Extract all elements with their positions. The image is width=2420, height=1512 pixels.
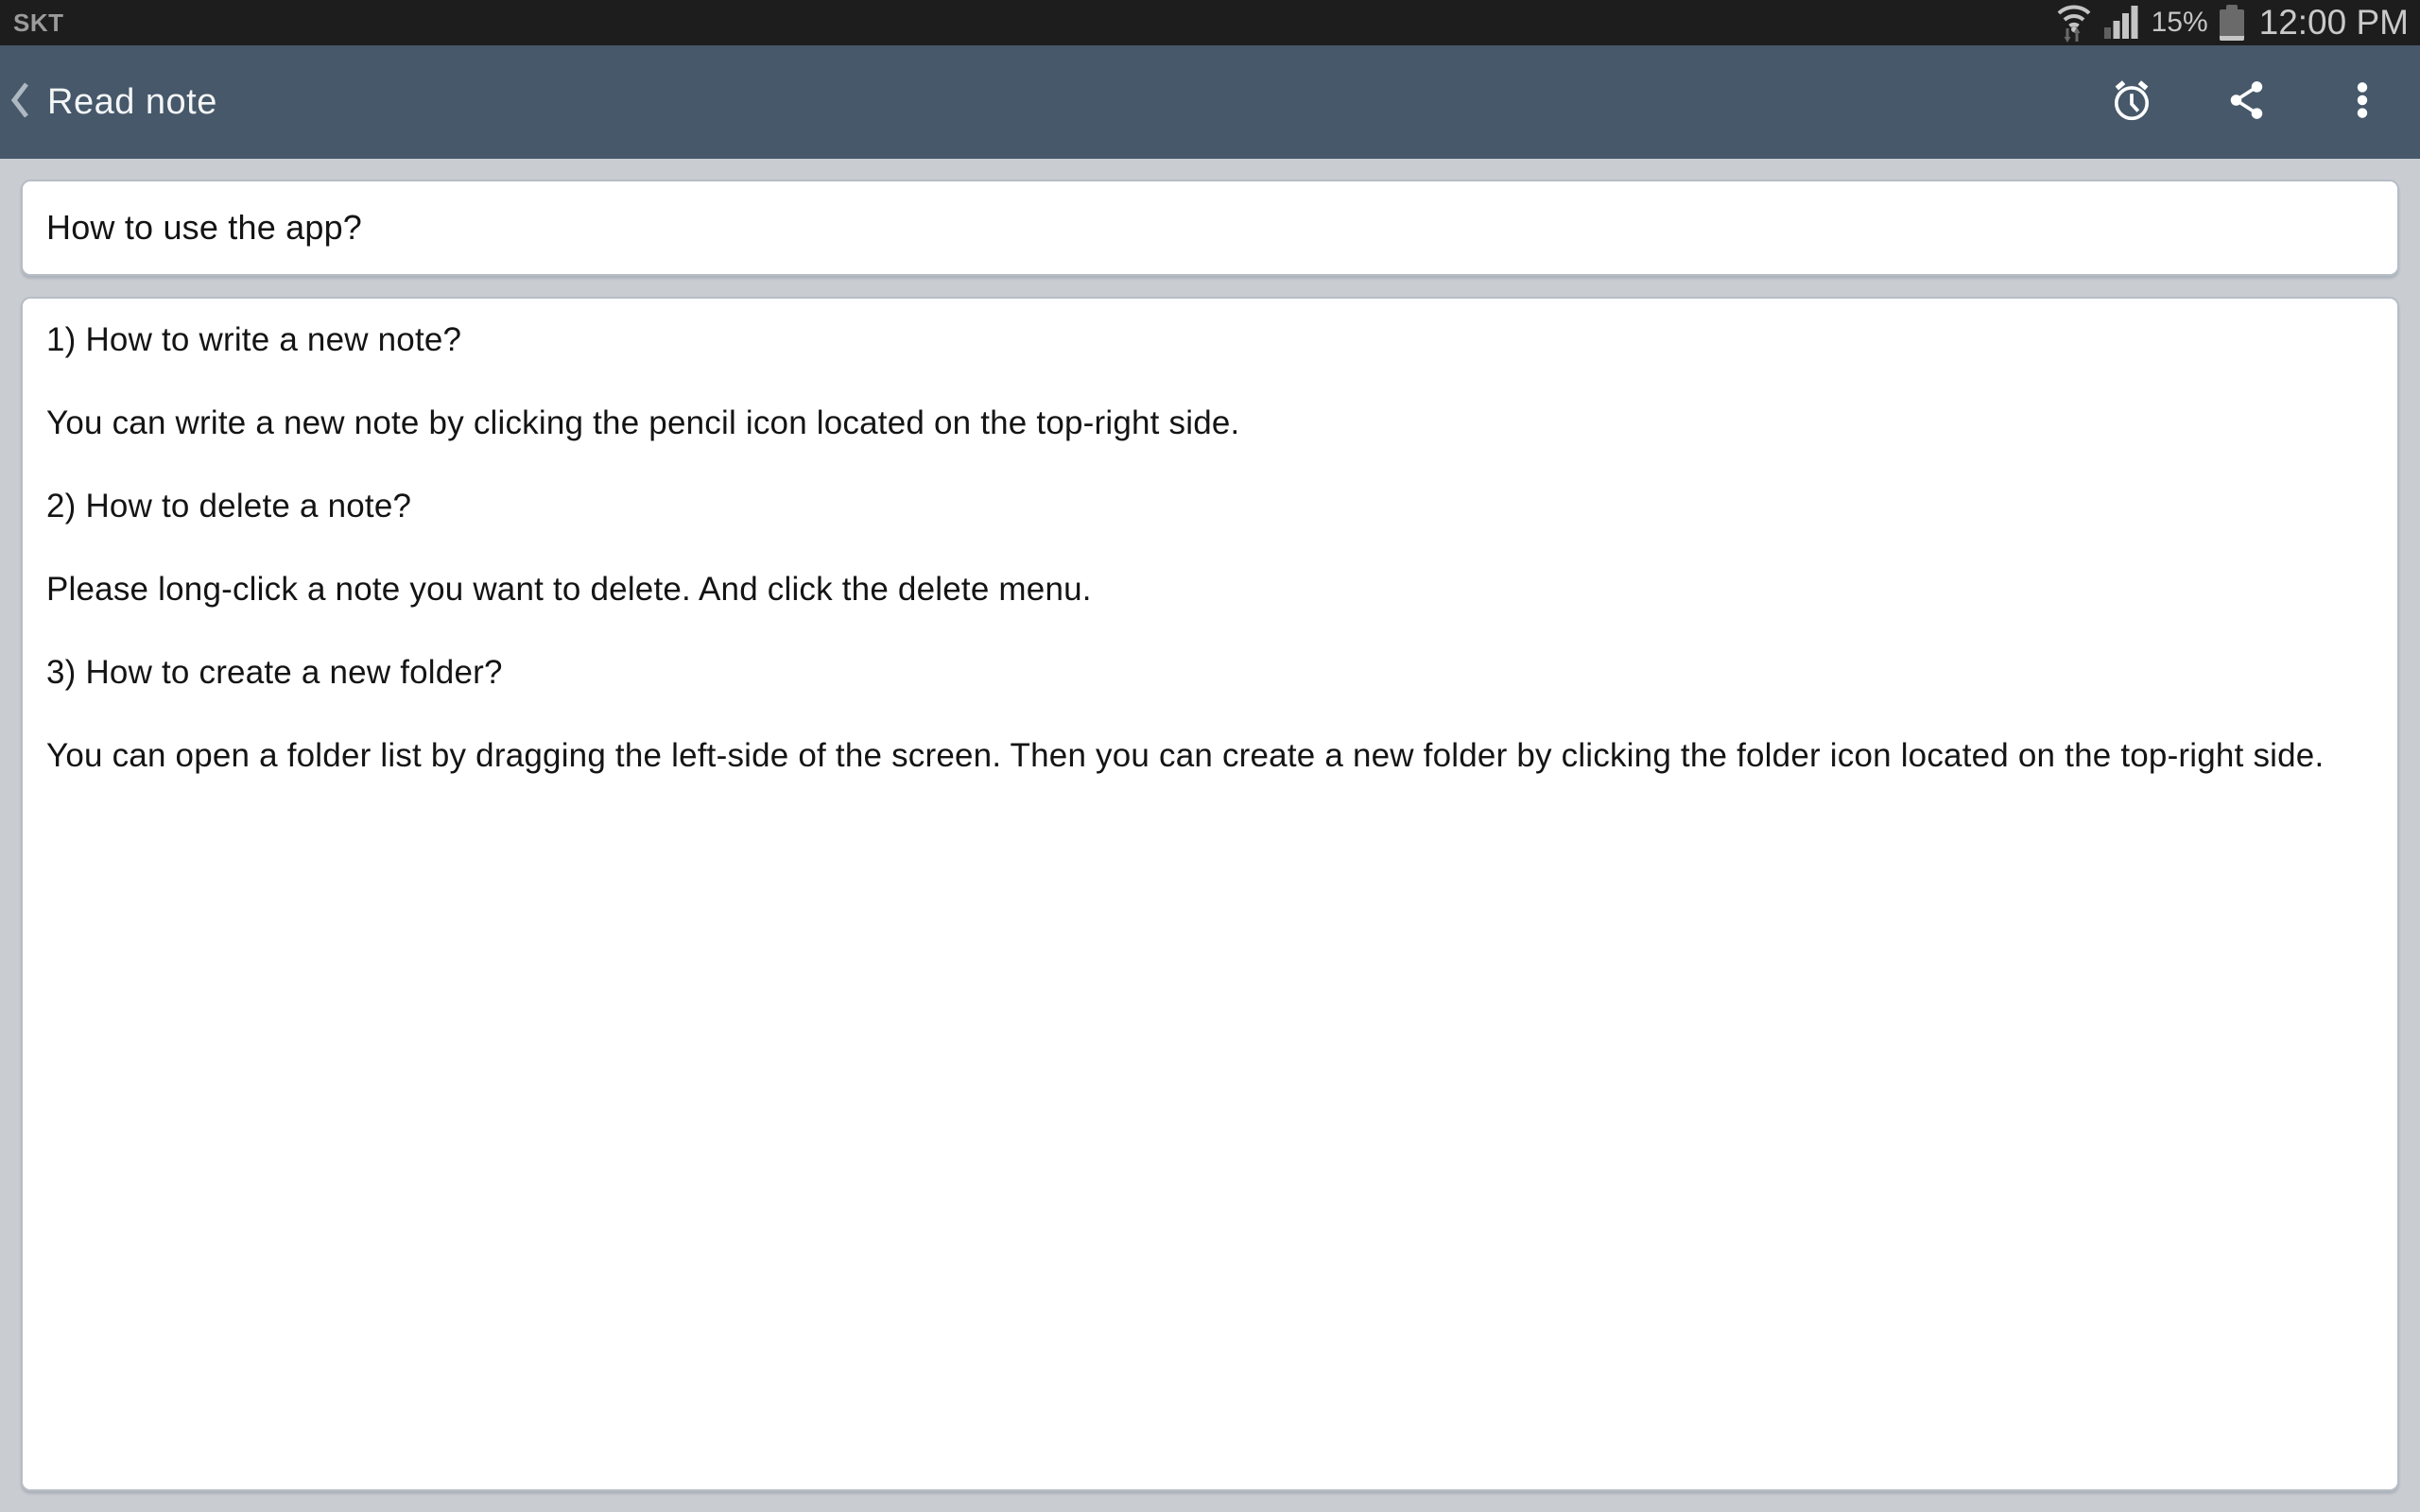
battery-icon — [2220, 5, 2244, 41]
screen: SKT — [0, 0, 2420, 1512]
page-title: Read note — [47, 82, 217, 123]
note-paragraph: 2) How to delete a note? — [46, 486, 2374, 527]
note-paragraph: Please long-click a note you want to del… — [46, 569, 2374, 610]
overflow-menu-icon — [2341, 78, 2384, 127]
battery-percent-label: 15% — [2152, 7, 2208, 39]
back-chevron-icon — [9, 79, 32, 126]
share-icon — [2225, 78, 2269, 127]
overflow-menu-button[interactable] — [2341, 80, 2384, 124]
note-paragraph: 1) How to write a new note? — [46, 319, 2374, 361]
alarm-button[interactable] — [2110, 80, 2153, 124]
carrier-label: SKT — [13, 9, 64, 38]
app-bar: Read note — [0, 45, 2420, 159]
back-button[interactable]: Read note — [9, 79, 217, 126]
note-paragraph: You can write a new note by clicking the… — [46, 403, 2374, 444]
note-title-field[interactable]: How to use the app? — [21, 180, 2399, 276]
wifi-icon — [2055, 0, 2093, 47]
note-body-field[interactable]: 1) How to write a new note? You can writ… — [21, 297, 2399, 1491]
status-bar: SKT — [0, 0, 2420, 45]
note-paragraph: 3) How to create a new folder? — [46, 652, 2374, 694]
note-title-text: How to use the app? — [46, 208, 362, 248]
status-icons: 15% 12:00 PM — [2055, 0, 2409, 47]
share-button[interactable] — [2225, 80, 2269, 124]
clock-label: 12:00 PM — [2259, 3, 2409, 43]
alarm-clock-icon — [2110, 78, 2153, 127]
signal-strength-icon — [2104, 1, 2140, 45]
app-bar-actions — [2110, 80, 2384, 124]
note-paragraph: You can open a folder list by dragging t… — [46, 735, 2374, 777]
note-content: How to use the app? 1) How to write a ne… — [0, 159, 2420, 1512]
